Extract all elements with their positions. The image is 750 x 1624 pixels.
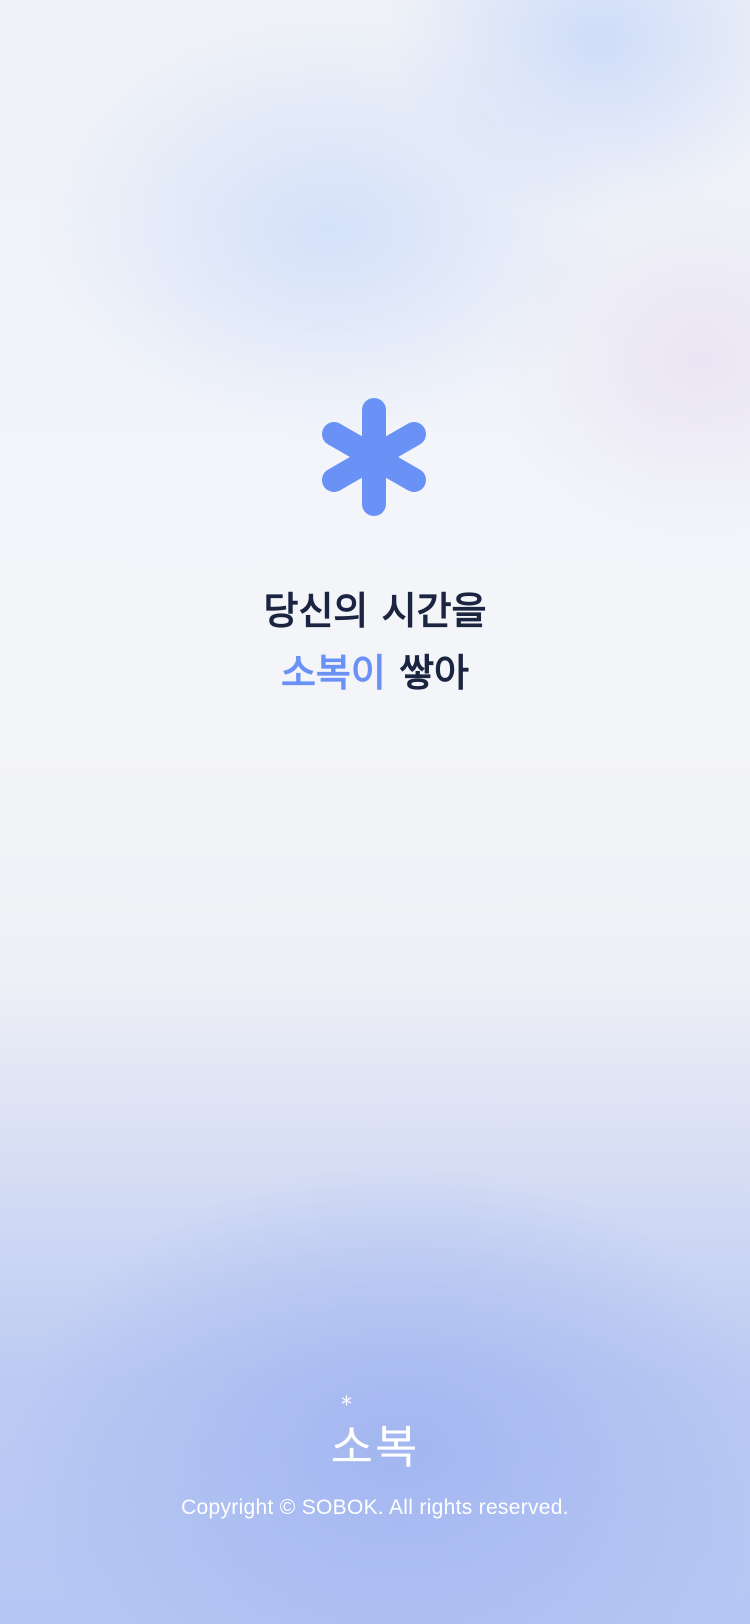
headline-rest: 쌓아 (385, 651, 470, 695)
logo-asterisk-icon: * (341, 1393, 352, 1418)
headline-line2: 소복이 쌓아 (0, 642, 750, 704)
logo-text: 소복 (330, 1420, 420, 1474)
asterisk-icon (322, 398, 426, 516)
headline: 당신의 시간을 소복이 쌓아 (0, 580, 750, 704)
sobok-logo: * 소복 (0, 1393, 750, 1477)
headline-accent: 소복이 (280, 651, 386, 695)
headline-line1: 당신의 시간을 (263, 589, 487, 633)
copyright-text: Copyright © SOBOK. All rights reserved. (181, 1496, 569, 1519)
